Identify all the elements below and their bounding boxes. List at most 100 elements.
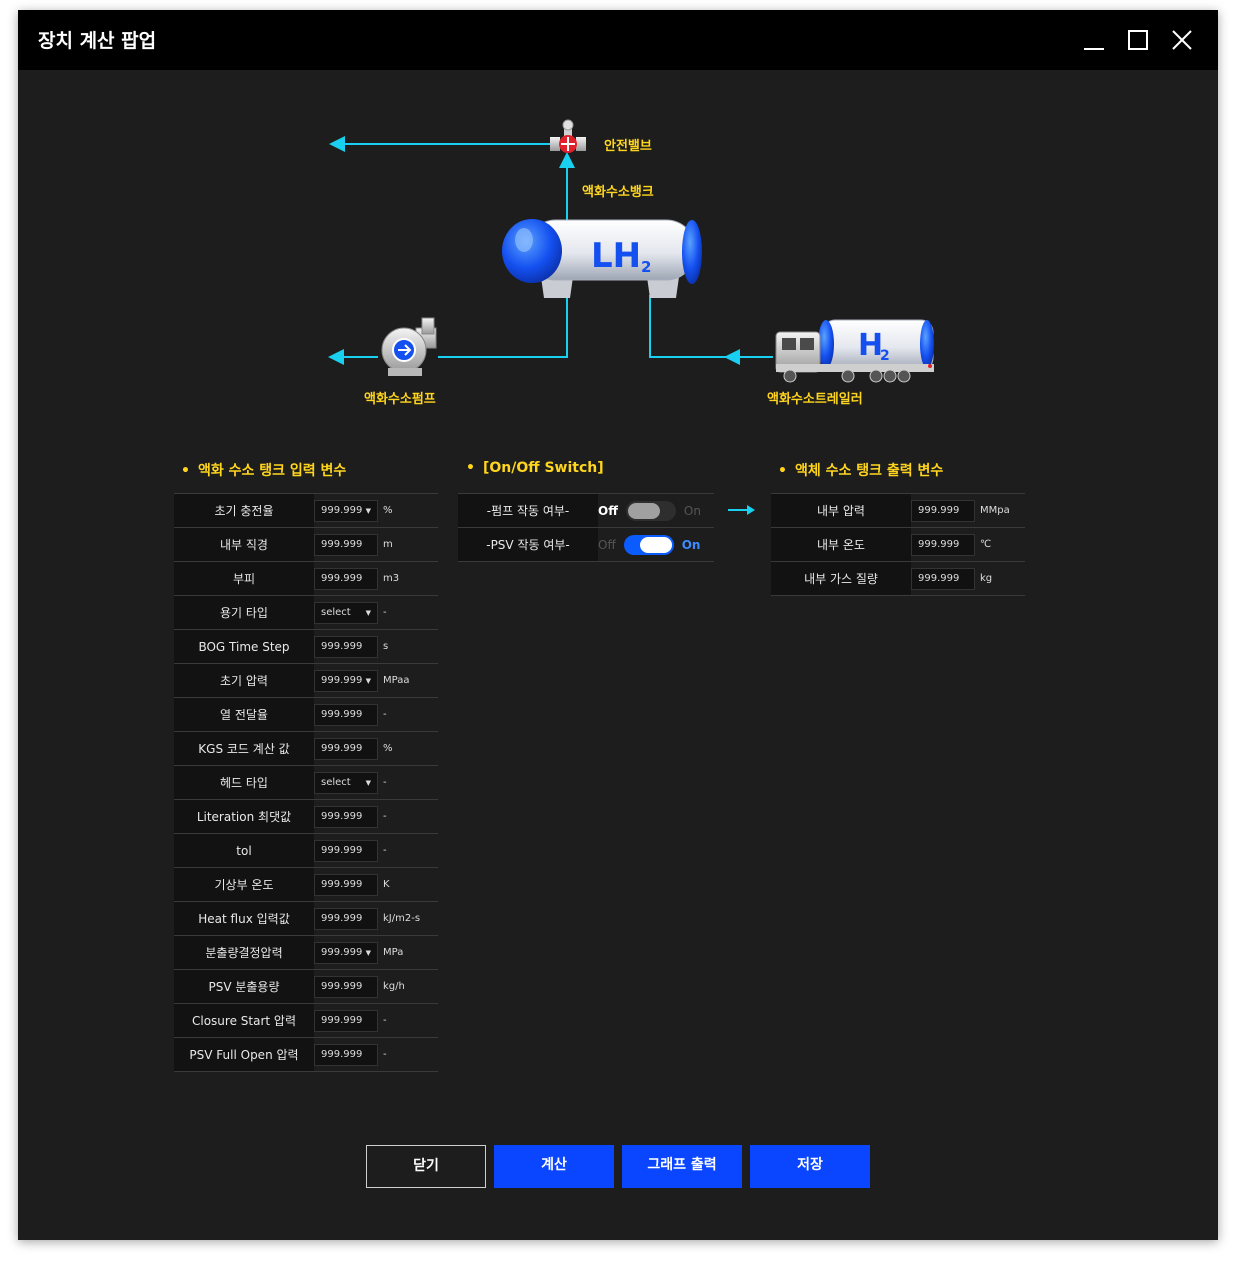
value-input[interactable]: 999.999 [314,1009,378,1032]
value-input[interactable]: 999.999 [314,907,378,930]
input-row-label: 용기 타입 [174,595,314,630]
input-row: Closure Start 압력 999.999 - [174,1003,438,1038]
unit-label: MPa [383,947,404,958]
input-row-value-cell: 999.999 K [314,867,438,902]
unit-label: kg/h [383,981,405,992]
value-input[interactable]: 999.999 [314,805,378,828]
input-row-label: KGS 코드 계산 값 [174,731,314,766]
value-text: 999.999 [918,572,960,584]
value-text: select [321,776,351,788]
chevron-down-icon: ▼ [365,948,371,957]
value-input[interactable]: 999.999 [314,703,378,726]
output-row-value-cell: 999.999 kg [911,561,1025,596]
value-text: 999.999 [321,572,363,584]
input-row-value-cell: 999.999 - [314,697,438,732]
close-button[interactable]: 닫기 [366,1145,486,1188]
diagram-svg: LH 2 H 2 [328,119,934,383]
value-dropdown[interactable]: 999.999 ▼ [314,941,378,964]
bullet-icon: • [778,463,787,479]
trailer-icon: H 2 [775,319,934,383]
calculate-button[interactable]: 계산 [494,1145,614,1188]
input-row-value-cell: 999.999 kJ/m2-s [314,901,438,936]
input-row-label: 헤드 타입 [174,765,314,800]
value-input[interactable]: 999.999 [314,873,378,896]
toggle-switch[interactable] [625,500,676,521]
title-bar: 장치 계산 팝업 [18,10,1218,70]
value-input[interactable]: 999.999 [314,975,378,998]
close-icon[interactable] [1166,24,1198,56]
output-row: 내부 압력 999.999 MMpa [771,493,1025,528]
output-row-value-cell: 999.999 MMpa [911,493,1025,528]
input-row-label: 분출량결정압력 [174,935,314,970]
switch-row: -펌프 작동 여부- Off On [458,493,714,528]
input-row: 내부 직경 999.999 m [174,527,438,562]
unit-label: MPaa [383,675,410,686]
input-row: 용기 타입 select ▼ - [174,595,438,630]
value-input[interactable]: 999.999 [314,567,378,590]
value-output: 999.999 [911,567,975,590]
value-dropdown[interactable]: 999.999 ▼ [314,499,378,522]
chevron-down-icon: ▼ [365,506,371,515]
value-input[interactable]: 999.999 [314,839,378,862]
switch-section-title-text: [On/Off Switch] [482,460,604,476]
tank-to-trailer-line [649,295,733,358]
input-row-value-cell: 999.999 - [314,1003,438,1038]
switch-table: -펌프 작동 여부- Off On -PSV 작동 여부- Off On [458,493,714,562]
input-row: BOG Time Step 999.999 s [174,629,438,664]
value-dropdown[interactable]: select ▼ [314,771,378,794]
value-dropdown[interactable]: select ▼ [314,601,378,624]
value-text: 999.999 [321,1048,363,1060]
output-row-label: 내부 가스 질량 [771,561,911,596]
input-row-label: PSV 분출용량 [174,969,314,1004]
switch-section-title: • [On/Off Switch] [466,460,604,476]
output-arrow-icon [728,505,755,515]
toggle-switch[interactable] [623,534,674,555]
unit-label: - [383,607,387,618]
input-row-label: Heat flux 입력값 [174,901,314,936]
output-row-label: 내부 압력 [771,493,911,528]
input-row-value-cell: 999.999 ▼ MPa [314,935,438,970]
value-input[interactable]: 999.999 [314,1043,378,1066]
value-text: 999.999 [321,946,363,958]
switch-row-control: Off On [598,493,714,528]
unit-label: kJ/m2-s [383,913,421,924]
input-row-label: 기상부 온도 [174,867,314,902]
value-input[interactable]: 999.999 [314,737,378,760]
value-text: 999.999 [321,708,363,720]
value-input[interactable]: 999.999 [314,635,378,658]
input-section-title: • 액화 수소 탱크 입력 변수 [181,460,346,480]
chevron-down-icon: ▼ [365,608,371,617]
output-row: 내부 가스 질량 999.999 kg [771,561,1025,596]
unit-label: m3 [383,573,400,584]
safety-valve-icon [550,119,586,153]
input-row: tol 999.999 - [174,833,438,868]
value-text: 999.999 [321,1014,363,1026]
graph-output-button[interactable]: 그래프 출력 [622,1145,742,1188]
value-text: 999.999 [321,640,363,652]
input-row-label: 열 전달율 [174,697,314,732]
lh2-tank-icon: LH 2 [502,219,702,298]
input-row: 부피 999.999 m3 [174,561,438,596]
value-output: 999.999 [911,533,975,556]
safety-valve-label: 안전밸브 [604,139,652,154]
output-row: 내부 온도 999.999 ℃ [771,527,1025,562]
input-row-value-cell: 999.999 kg/h [314,969,438,1004]
save-button[interactable]: 저장 [750,1145,870,1188]
input-row: 초기 압력 999.999 ▼ MPaa [174,663,438,698]
input-row-value-cell: 999.999 m [314,527,438,562]
bullet-icon: • [181,463,190,479]
maximize-icon[interactable] [1122,24,1154,56]
input-row-label: BOG Time Step [174,629,314,664]
unit-label: kg [980,573,993,584]
input-row-value-cell: 999.999 s [314,629,438,664]
value-dropdown[interactable]: 999.999 ▼ [314,669,378,692]
trailer-h-subscript: 2 [880,348,890,364]
minimize-icon[interactable] [1078,24,1110,56]
input-row-label: Literation 최댓값 [174,799,314,834]
unit-label: % [383,743,393,754]
input-section-title-text: 액화 수소 탱크 입력 변수 [197,463,347,479]
value-input[interactable]: 999.999 [314,533,378,556]
input-row: 초기 충전율 999.999 ▼% [174,493,438,528]
window-title: 장치 계산 팝업 [38,30,157,52]
switch-off-label: Off [598,503,618,518]
